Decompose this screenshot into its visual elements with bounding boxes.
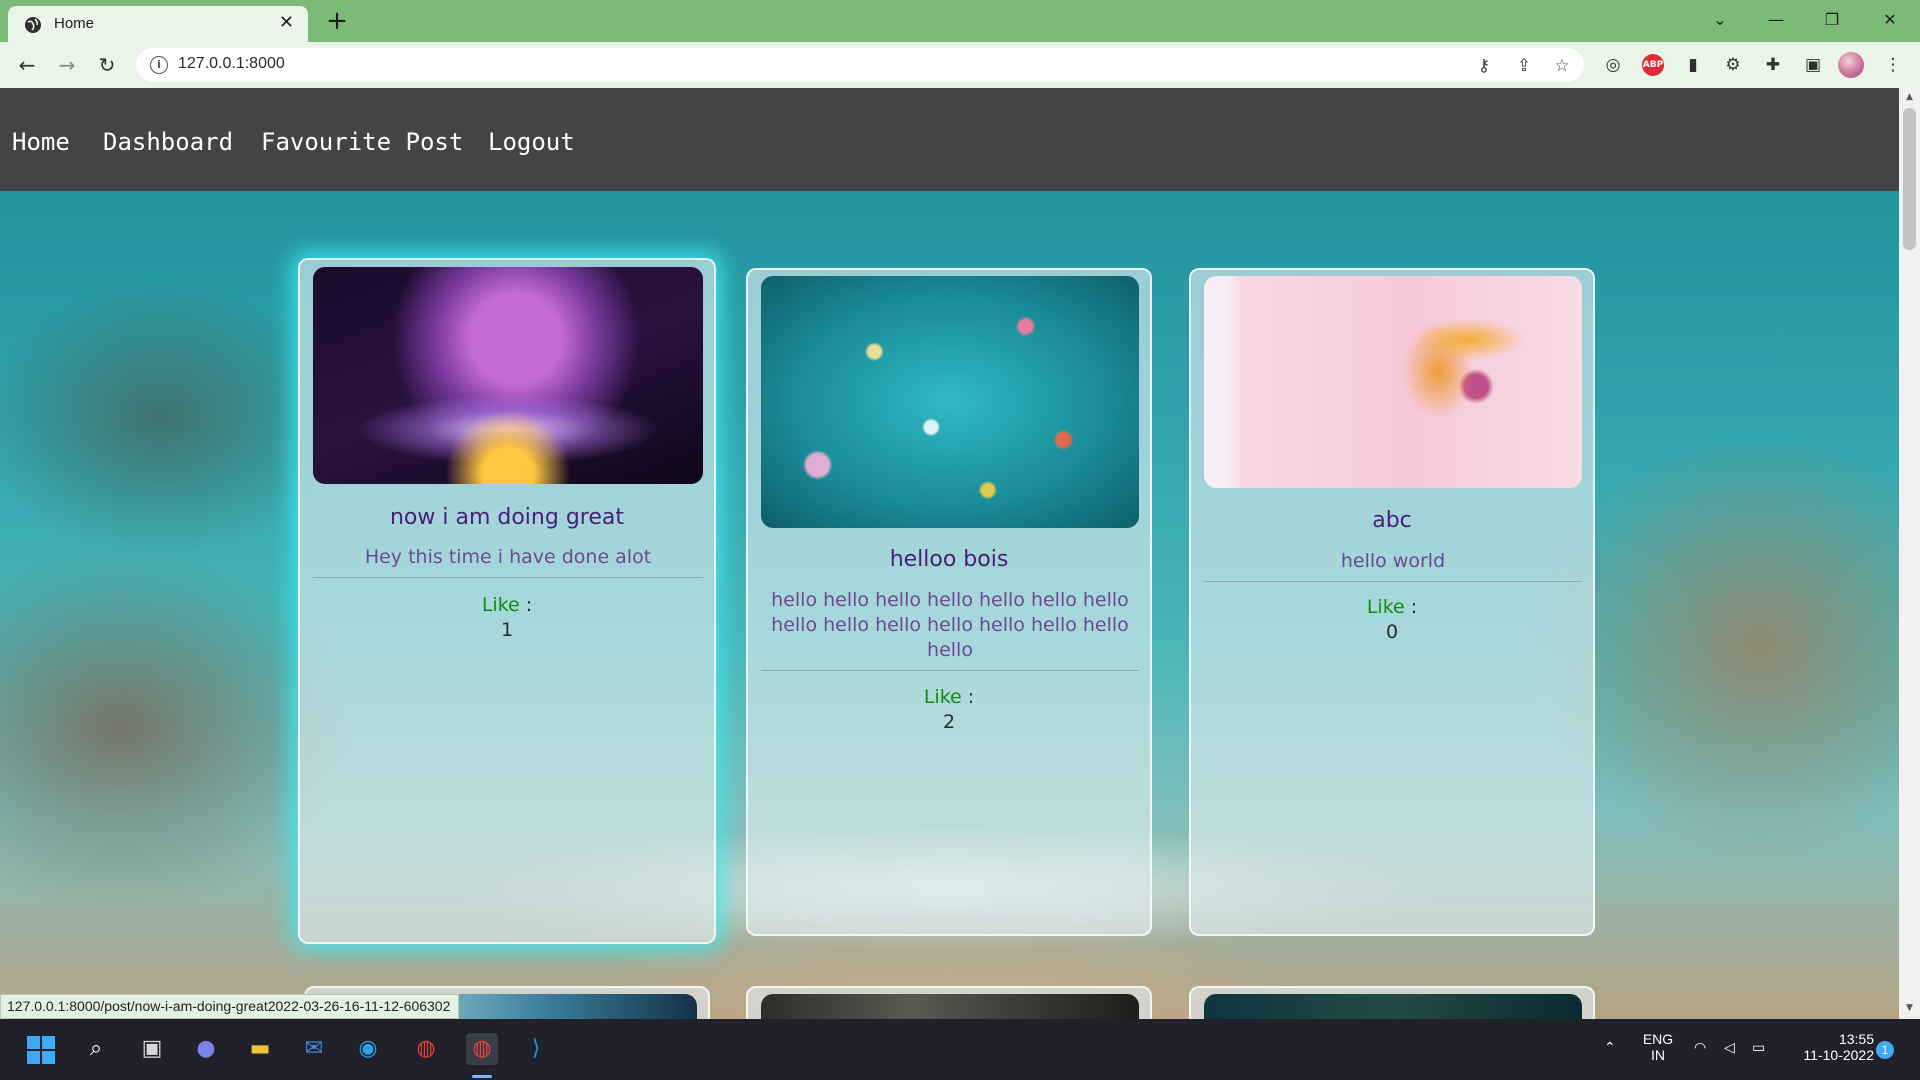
post-image — [761, 994, 1139, 1019]
new-tab-button[interactable]: + — [322, 6, 352, 36]
like-label[interactable]: Like : — [748, 686, 1150, 708]
globe-icon — [25, 17, 41, 33]
close-icon[interactable]: ✕ — [279, 12, 294, 33]
volume-icon[interactable]: ◁ — [1724, 1039, 1735, 1056]
windows-start-icon[interactable] — [26, 1035, 56, 1065]
url-text[interactable]: 127.0.0.1:8000 — [178, 55, 285, 73]
avatar[interactable] — [1838, 52, 1864, 78]
post-card[interactable]: helloo bois hello hello hello hello hell… — [746, 268, 1152, 936]
nav-logout[interactable]: Logout — [488, 128, 575, 156]
site-navbar: Home Dashboard Favourite Post Logout — [0, 88, 1899, 191]
chrome-icon[interactable]: ◍ — [410, 1033, 442, 1065]
post-card[interactable] — [746, 986, 1152, 1019]
divider — [313, 577, 703, 578]
like-label[interactable]: Like : — [300, 594, 714, 616]
nav-favourite-post[interactable]: Favourite Post — [261, 128, 463, 156]
notification-badge[interactable]: 1 — [1876, 1041, 1894, 1059]
language-indicator[interactable]: ENG IN — [1640, 1031, 1676, 1063]
page-scrollbar[interactable]: ▲ ▼ — [1899, 88, 1920, 1019]
link-status-bar: 127.0.0.1:8000/post/now-i-am-doing-great… — [0, 994, 460, 1019]
reload-button[interactable]: ↻ — [92, 50, 122, 80]
extension-icon[interactable]: ◎ — [1600, 52, 1626, 78]
show-hidden-icons[interactable]: ⌃ — [1604, 1039, 1616, 1056]
browser-tabstrip: Home ✕ + ⌄ — ❐ ✕ — [0, 0, 1920, 42]
post-image — [761, 276, 1139, 528]
analytics-icon[interactable]: ▮ — [1680, 52, 1706, 78]
chrome-profile-icon[interactable]: ◍ — [466, 1033, 498, 1065]
nav-dashboard[interactable]: Dashboard — [103, 128, 233, 156]
post-card[interactable] — [1189, 986, 1595, 1019]
post-image — [313, 267, 703, 484]
tab-title: Home — [54, 15, 95, 32]
scroll-thumb[interactable] — [1903, 108, 1916, 250]
tab-search-icon[interactable]: ⌄ — [1700, 4, 1740, 36]
bookmark-star-icon[interactable]: ☆ — [1550, 54, 1574, 78]
search-icon[interactable]: ⌕ — [80, 1033, 112, 1065]
post-text: hello hello hello hello hello hello hell… — [771, 589, 1129, 661]
vscode-icon[interactable]: ⟩ — [520, 1033, 552, 1065]
clock[interactable]: 13:55 11-10-2022 — [1788, 1031, 1874, 1063]
post-title[interactable]: abc — [1191, 508, 1593, 533]
like-label[interactable]: Like : — [1191, 596, 1593, 618]
post-title[interactable]: helloo bois — [748, 547, 1150, 572]
windows-taskbar: ⌕ ▣ ● ▬ ✉ ◉ ◍ ◍ ⟩ ⌃ ENG IN ◠ ◁ ▭ 13:55 11-… — [0, 1019, 1920, 1080]
battery-icon[interactable]: ▭ — [1752, 1039, 1765, 1056]
restore-button[interactable]: ❐ — [1812, 4, 1852, 36]
info-icon[interactable]: i — [150, 56, 168, 74]
teams-chat-icon[interactable]: ● — [190, 1033, 222, 1065]
minimize-button[interactable]: — — [1756, 4, 1796, 36]
task-view-icon[interactable]: ▣ — [136, 1033, 168, 1065]
post-title[interactable]: now i am doing great — [300, 505, 714, 530]
divider — [1204, 581, 1582, 582]
post-card[interactable]: now i am doing great Hey this time i hav… — [298, 258, 716, 944]
post-text: hello world — [1340, 550, 1446, 572]
divider — [761, 670, 1139, 671]
tab-home[interactable]: Home ✕ — [8, 6, 308, 42]
post-image — [1204, 276, 1582, 488]
like-count: 0 — [1385, 621, 1399, 643]
side-panel-icon[interactable]: ▣ — [1800, 52, 1826, 78]
edge-icon[interactable]: ◉ — [352, 1033, 384, 1065]
address-bar[interactable]: i 127.0.0.1:8000 ⚷ ⇪ ☆ — [136, 48, 1584, 82]
extension-status-icon[interactable]: ⚙ — [1720, 52, 1746, 78]
browser-toolbar: ← → ↻ i 127.0.0.1:8000 ⚷ ⇪ ☆ ◎ ABP ▮ ⚙ ✚… — [0, 42, 1920, 88]
menu-kebab-icon[interactable]: ⋮ — [1880, 52, 1906, 78]
page-viewport: Home Dashboard Favourite Post Logout now… — [0, 88, 1899, 1019]
puzzle-icon[interactable]: ✚ — [1760, 52, 1786, 78]
back-button[interactable]: ← — [12, 50, 42, 80]
adblock-icon[interactable]: ABP — [1642, 54, 1664, 76]
like-count: 2 — [942, 711, 956, 733]
key-icon[interactable]: ⚷ — [1472, 54, 1496, 78]
scroll-down-icon[interactable]: ▼ — [1899, 1003, 1920, 1013]
like-count: 1 — [500, 619, 514, 641]
forward-button[interactable]: → — [52, 50, 82, 80]
scroll-up-icon[interactable]: ▲ — [1899, 92, 1920, 102]
active-app-indicator — [472, 1075, 492, 1078]
post-text: Hey this time i have done alot — [364, 546, 652, 568]
window-close-button[interactable]: ✕ — [1870, 4, 1910, 36]
mail-icon[interactable]: ✉ — [298, 1033, 330, 1065]
wifi-icon[interactable]: ◠ — [1694, 1039, 1706, 1056]
post-image — [1204, 994, 1582, 1019]
post-card[interactable]: abc hello world Like : 0 — [1189, 268, 1595, 936]
nav-home[interactable]: Home — [12, 128, 70, 156]
share-icon[interactable]: ⇪ — [1512, 54, 1536, 78]
file-explorer-icon[interactable]: ▬ — [244, 1033, 276, 1065]
